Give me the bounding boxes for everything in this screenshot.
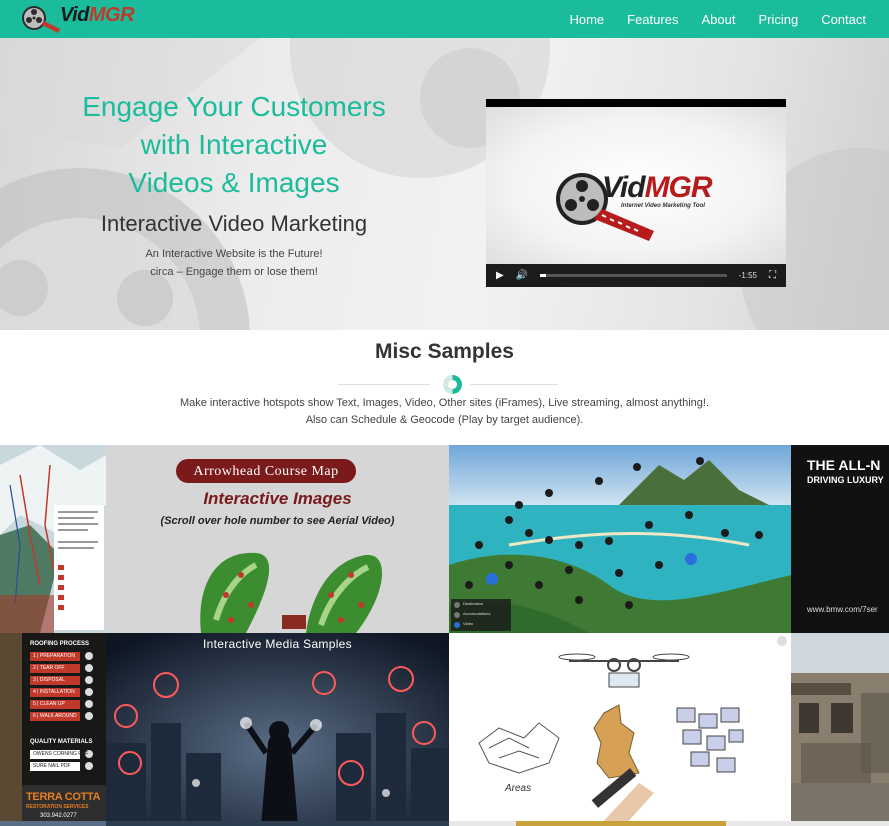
sample-drone-animation[interactable]: Areas: [449, 633, 791, 826]
logo-vid: Vid: [60, 4, 89, 26]
hero-section: Engage Your Customers with Interactive V…: [0, 38, 889, 330]
media-samples-title: Interactive Media Samples: [203, 637, 352, 651]
island-legend-2: Accomodations: [463, 611, 491, 616]
section-description-2: Also can Schedule & Geocode (Play by tar…: [305, 414, 584, 426]
nav-features[interactable]: Features: [627, 12, 678, 27]
island-legend-1: Destination: [463, 601, 484, 606]
bmw-subline: DRIVING LUXURY: [807, 475, 884, 485]
video-logo-tagline: Internet Video Marketing Tool: [621, 203, 705, 209]
nav-pricing[interactable]: Pricing: [758, 12, 798, 27]
vidmgr-logo[interactable]: VidMGR: [20, 3, 135, 35]
ski-map-image: [0, 445, 106, 633]
bmw-headline: THE ALL-N: [807, 457, 881, 473]
street-image: [791, 633, 889, 826]
golf-title: Interactive Images: [203, 489, 352, 508]
hero-headline-line-1: Engage Your Customers: [82, 91, 386, 122]
video-logo-wordmark: VidMGR: [602, 171, 713, 205]
video-screen[interactable]: VidMGR Internet Video Marketing Tool: [486, 107, 786, 264]
roofing-material-1: OWENS CORNING PDF: [33, 751, 89, 757]
sample-ski-map[interactable]: [0, 445, 106, 633]
gallery-next-row-edge: [0, 821, 889, 826]
golf-subtitle: (Scroll over hole number to see Aerial V…: [160, 515, 395, 527]
section-title: Misc Samples: [375, 340, 514, 363]
video-controls: ▶ 🔊 -1:55 ⛶: [486, 264, 786, 287]
hero-tagline-2: circa – Engage them or lose them!: [150, 266, 318, 278]
sample-bmw-ad[interactable]: THE ALL-N DRIVING LUXURY www.bmw.com/7se…: [791, 445, 889, 633]
roofing-brand: TERRA COTTA: [26, 791, 101, 803]
drone-areas-label: Areas: [505, 783, 532, 794]
video-time: -1:55: [738, 271, 757, 280]
play-icon[interactable]: ▶: [496, 270, 504, 281]
video-progress-fill: [540, 274, 546, 277]
hero-headline-line-2: with Interactive: [140, 129, 328, 160]
divider-left: [338, 384, 430, 385]
film-reel-icon: [22, 6, 60, 33]
logo-mgr: MGR: [88, 4, 135, 26]
section-description-1: Make interactive hotspots show Text, Ima…: [179, 397, 710, 409]
roofing-step-3: 3 | DISPOSAL: [33, 677, 65, 683]
sample-roofing[interactable]: ROOFING PROCESS 1 | PREPARATION 2 | TEAR…: [0, 633, 106, 826]
fullscreen-icon[interactable]: ⛶: [769, 270, 776, 281]
island-legend-3: Video: [463, 621, 474, 626]
roofing-step-1: 1 | PREPARATION: [33, 653, 75, 659]
roofing-step-2: 2 | TEAR OFF: [33, 665, 65, 671]
roofing-phone: 303.942.0277: [40, 813, 77, 819]
golf-banner: Arrowhead Course Map: [193, 464, 339, 479]
roofing-step-6: 6 | WALK AROUND: [33, 713, 77, 719]
roofing-materials-header: QUALITY MATERIALS: [30, 739, 93, 745]
volume-icon[interactable]: 🔊: [516, 270, 528, 281]
hero-subheading: Interactive Video Marketing: [100, 211, 368, 236]
divider-icon: [443, 375, 462, 394]
nav-home[interactable]: Home: [569, 12, 604, 27]
top-navbar: VidMGR Home Features About Pricing Conta…: [0, 0, 889, 38]
hero-headline-line-3: Videos & Images: [128, 167, 340, 198]
roofing-step-4: 4 | INSTALLATION: [33, 689, 75, 695]
sample-golf-interactive-image[interactable]: Arrowhead Course Map Interactive Images …: [106, 445, 449, 633]
roofing-step-5: 5 | CLEAN UP: [33, 701, 65, 707]
divider-right: [470, 384, 558, 385]
nav-menu: Home Features About Pricing Contact: [569, 0, 866, 38]
video-progress-bar[interactable]: [540, 274, 727, 277]
hero-tagline-1: An Interactive Website is the Future!: [145, 248, 323, 260]
island-image: [449, 445, 791, 633]
roofing-material-2: SURE NAIL PDF: [33, 763, 71, 769]
video-logo-vid: Vid: [602, 171, 646, 204]
sample-interactive-media[interactable]: Interactive Media Samples: [106, 633, 449, 826]
roofing-brand-sub: RESTORATION SERVICES: [26, 804, 89, 810]
roofing-header: ROOFING PROCESS: [30, 641, 90, 647]
nav-contact[interactable]: Contact: [821, 12, 866, 27]
sample-street-view[interactable]: [791, 633, 889, 826]
video-player[interactable]: VidMGR Internet Video Marketing Tool ▶ 🔊…: [486, 99, 786, 287]
media-samples-image: [106, 633, 449, 826]
nav-about[interactable]: About: [701, 12, 735, 27]
hero-headline: Engage Your Customers with Interactive V…: [64, 88, 404, 202]
logo-wordmark: VidMGR: [60, 4, 135, 27]
drone-whiteboard-image: [478, 636, 787, 826]
bmw-url: www.bmw.com/7ser: [807, 605, 878, 614]
sample-island-hotspots[interactable]: Destination Accomodations Video: [449, 445, 791, 633]
video-logo-mgr: MGR: [644, 171, 713, 204]
